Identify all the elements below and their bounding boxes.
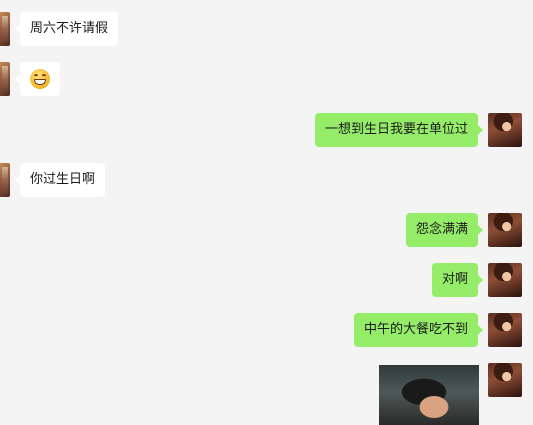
contact-avatar[interactable] [0,62,10,96]
outgoing-message-bubble[interactable]: 对啊 [431,263,484,297]
my-avatar[interactable] [488,263,522,297]
incoming-message-bubble[interactable]: 周六不许请假 [14,12,119,46]
incoming-emoji-bubble[interactable] [15,62,60,96]
my-avatar[interactable] [488,363,522,397]
my-avatar[interactable] [488,213,522,247]
my-avatar[interactable] [488,313,522,347]
incoming-message-bubble[interactable]: 你过生日啊 [14,163,106,197]
photo-thumbnail[interactable] [379,365,479,425]
grin-emoji-icon [30,69,50,89]
my-avatar[interactable] [488,113,522,147]
contact-avatar[interactable] [0,163,10,197]
outgoing-message-bubble[interactable]: 怨念满满 [405,213,484,247]
contact-avatar[interactable] [0,12,10,46]
outgoing-message-bubble[interactable]: 一想到生日我要在单位过 [314,113,484,147]
outgoing-message-bubble[interactable]: 中午的大餐吃不到 [353,313,484,347]
